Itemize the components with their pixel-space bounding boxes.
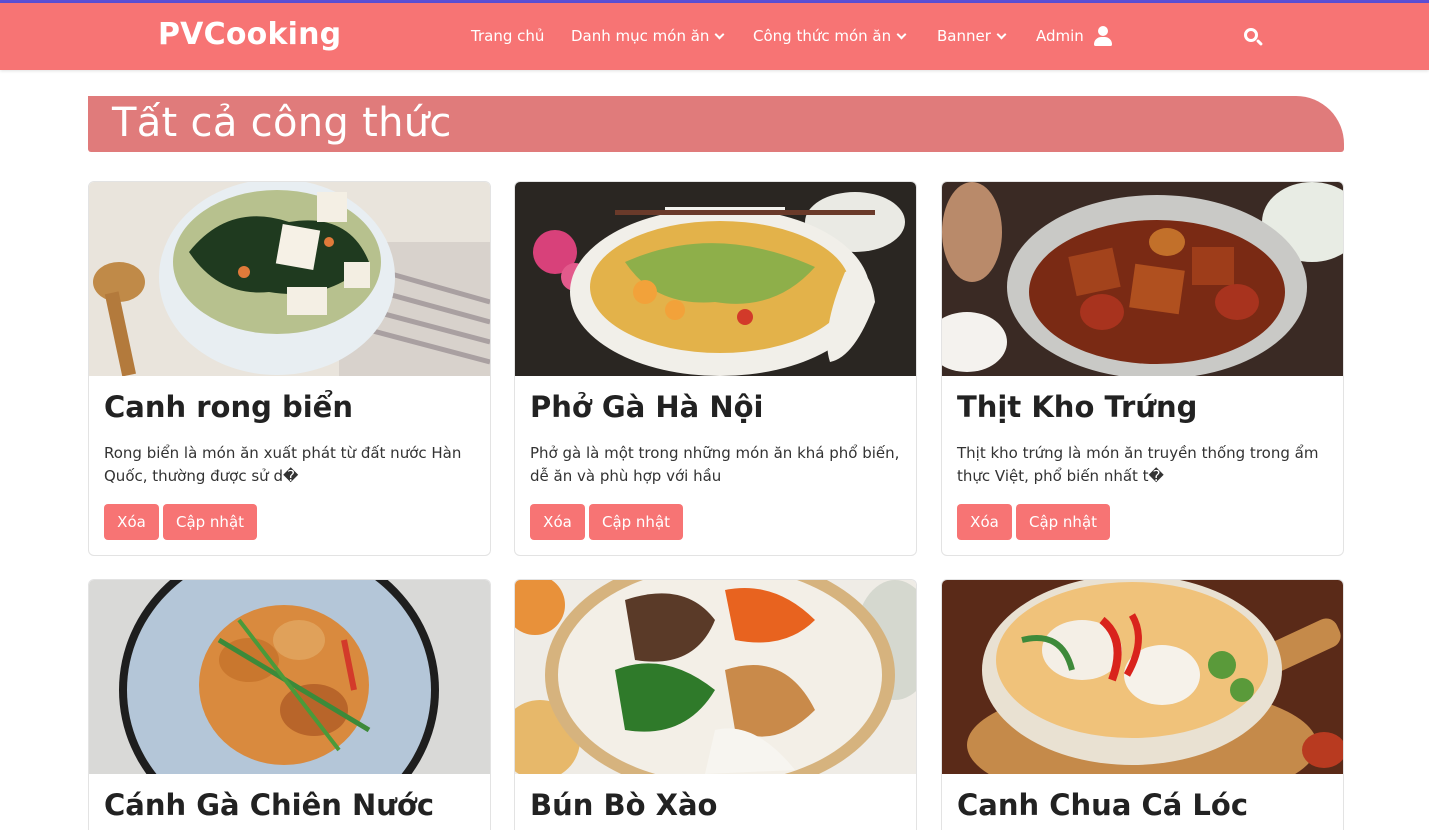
nav-recipes[interactable]: Công thức món ăn xyxy=(753,27,907,45)
nav-categories[interactable]: Danh mục món ăn xyxy=(571,27,725,45)
update-button[interactable]: Cập nhật xyxy=(163,504,257,540)
navbar: PVCooking Trang chủ Danh mục món ăn Công… xyxy=(0,3,1429,70)
nav-banner[interactable]: Banner xyxy=(937,27,1007,45)
recipe-description: Thịt kho trứng là món ăn truyền thống tr… xyxy=(957,444,1319,485)
search-icon[interactable] xyxy=(1244,28,1264,47)
delete-button[interactable]: Xóa xyxy=(957,504,1012,540)
recipe-card: Thịt Kho Trứng Thịt kho trứng là món ăn … xyxy=(941,181,1344,556)
recipe-card: Phở Gà Hà Nội Phở gà là một trong những … xyxy=(514,181,917,556)
brand-logo[interactable]: PVCooking xyxy=(158,17,341,52)
recipe-title[interactable]: Canh Chua Cá Lóc xyxy=(957,788,1248,822)
nav-admin[interactable]: Admin xyxy=(1036,26,1112,46)
delete-button[interactable]: Xóa xyxy=(530,504,585,540)
user-icon xyxy=(1093,26,1112,46)
recipe-title[interactable]: Cánh Gà Chiên Nước xyxy=(104,788,434,822)
nav-recipes-label: Công thức món ăn xyxy=(753,27,892,45)
section-title-banner: Tất cả công thức xyxy=(88,96,1344,152)
recipe-card: Canh rong biển Rong biển là món ăn xuất … xyxy=(88,181,491,556)
recipe-card: Bún Bò Xào xyxy=(514,579,917,830)
delete-button[interactable]: Xóa xyxy=(104,504,159,540)
recipe-card: Canh Chua Cá Lóc xyxy=(941,579,1344,830)
chevron-down-icon xyxy=(714,29,725,39)
page-title: Tất cả công thức xyxy=(112,100,452,146)
recipe-title[interactable]: Phở Gà Hà Nội xyxy=(530,390,763,424)
recipe-image[interactable] xyxy=(515,580,916,774)
recipe-image[interactable] xyxy=(89,580,490,774)
recipe-title[interactable]: Thịt Kho Trứng xyxy=(957,390,1197,424)
recipe-title[interactable]: Bún Bò Xào xyxy=(530,788,717,822)
recipe-image[interactable] xyxy=(942,580,1343,774)
recipe-image[interactable] xyxy=(89,182,490,376)
nav-banner-label: Banner xyxy=(937,27,991,45)
chevron-down-icon xyxy=(896,29,907,39)
recipe-description: Phở gà là một trong những món ăn khá phổ… xyxy=(530,444,900,485)
recipe-title[interactable]: Canh rong biển xyxy=(104,390,353,424)
nav-home[interactable]: Trang chủ xyxy=(471,27,544,45)
update-button[interactable]: Cập nhật xyxy=(1016,504,1110,540)
recipe-description: Rong biển là món ăn xuất phát từ đất nướ… xyxy=(104,444,462,485)
update-button[interactable]: Cập nhật xyxy=(589,504,683,540)
nav-home-label: Trang chủ xyxy=(471,27,545,45)
recipe-card: Cánh Gà Chiên Nước xyxy=(88,579,491,830)
recipe-image[interactable] xyxy=(942,182,1343,376)
recipe-image[interactable] xyxy=(515,182,916,376)
chevron-down-icon xyxy=(996,29,1007,39)
nav-categories-label: Danh mục món ăn xyxy=(571,27,710,45)
nav-admin-label: Admin xyxy=(1036,27,1084,45)
